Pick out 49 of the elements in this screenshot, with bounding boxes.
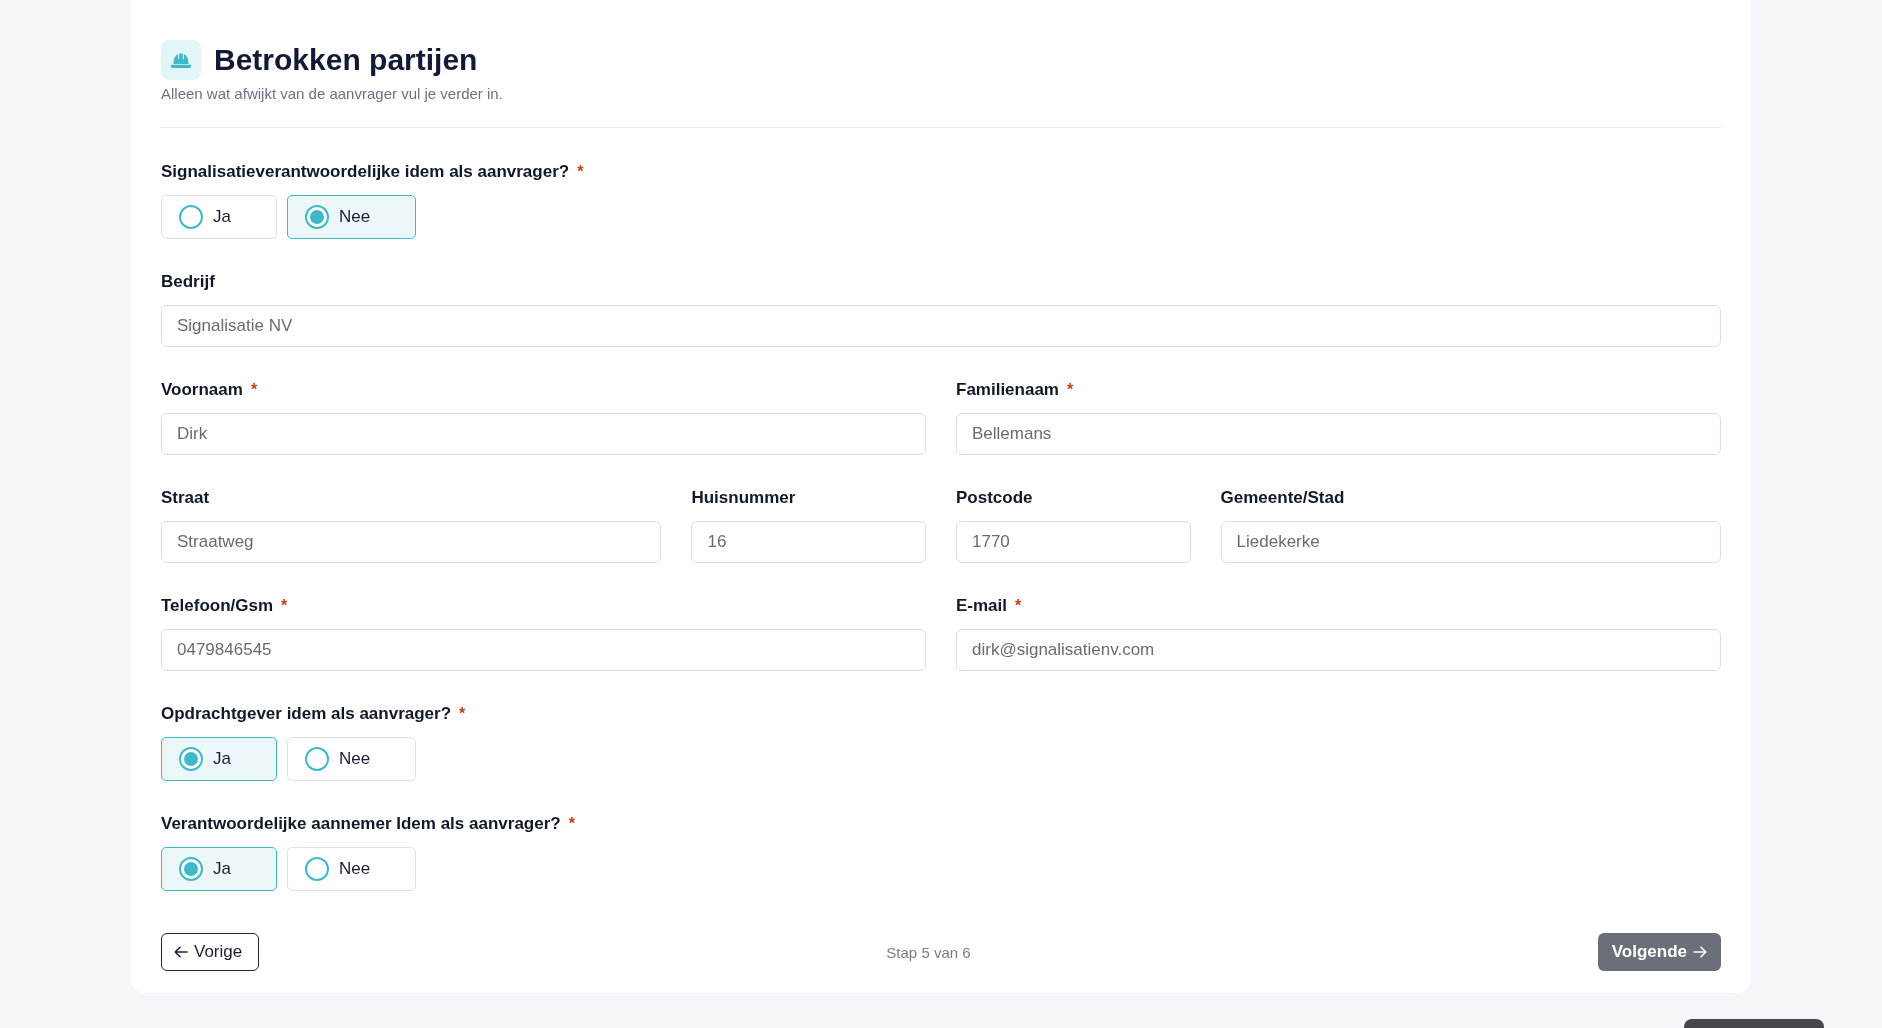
field-label: Huisnummer xyxy=(691,487,796,509)
radio-icon xyxy=(304,857,329,881)
text-field[interactable]: 16 xyxy=(691,521,926,563)
text-field[interactable]: Dirk xyxy=(161,413,926,455)
required-mark: * xyxy=(568,814,575,834)
radio-option[interactable]: Nee xyxy=(286,195,417,239)
radio-option[interactable]: Nee xyxy=(286,847,417,891)
radio-option[interactable]: Ja xyxy=(161,847,277,891)
field-label: Straat xyxy=(161,487,210,509)
field-label: Familienaam xyxy=(956,379,1059,401)
question-label: Opdrachtgever idem als aanvrager? xyxy=(161,703,452,725)
radio-option[interactable]: Ja xyxy=(161,737,277,781)
radio-icon xyxy=(304,205,329,229)
required-mark: * xyxy=(281,596,288,616)
field-label: Postcode xyxy=(956,487,1033,509)
radio-option[interactable]: Nee xyxy=(286,737,417,781)
field-label: Gemeente/Stad xyxy=(1220,487,1345,509)
required-mark: * xyxy=(250,380,258,400)
text-field[interactable]: 0479846545 xyxy=(161,629,926,671)
text-field[interactable]: Bellemans xyxy=(956,413,1721,455)
radio-icon xyxy=(179,857,203,881)
required-mark: * xyxy=(1067,380,1074,400)
text-field[interactable]: Straatweg xyxy=(161,521,662,563)
radio-option[interactable]: Ja xyxy=(161,195,277,239)
helmet-icon xyxy=(161,40,201,80)
text-field[interactable]: 1770 xyxy=(956,521,1191,563)
section-subtitle: Alleen wat afwijkt van de aanvrager vul je verder in. xyxy=(161,84,504,104)
arrow-left-icon xyxy=(174,946,188,958)
required-mark: * xyxy=(1015,596,1022,616)
floating-button[interactable] xyxy=(1684,1019,1824,1028)
radio-icon xyxy=(179,205,203,229)
field-label: Voornaam xyxy=(161,379,243,401)
radio-icon xyxy=(179,747,203,771)
back-button[interactable]: Vorige xyxy=(161,933,260,971)
next-button[interactable]: Volgende xyxy=(1597,933,1721,971)
question-label: Verantwoordelijke aannemer Idem als aanvrager? xyxy=(161,813,561,835)
question-label: Signalisatieverantwoordelijke idem als aanvrager? xyxy=(161,161,570,183)
text-field[interactable]: dirk@signalisatienv.com xyxy=(956,629,1721,671)
text-field[interactable]: Liedekerke xyxy=(1220,521,1721,563)
required-mark: * xyxy=(459,704,466,724)
step-indicator: Stap 5 van 6 xyxy=(886,943,971,961)
field-label: Telefoon/Gsm xyxy=(161,595,274,617)
section-title: Betrokken partijen xyxy=(214,42,478,78)
required-mark: * xyxy=(577,162,584,182)
radio-icon xyxy=(304,747,329,771)
text-field[interactable]: Signalisatie NV xyxy=(161,305,1721,347)
field-label: E-mail xyxy=(956,595,1008,617)
arrow-right-icon xyxy=(1693,946,1707,958)
field-label: Bedrijf xyxy=(161,271,215,293)
